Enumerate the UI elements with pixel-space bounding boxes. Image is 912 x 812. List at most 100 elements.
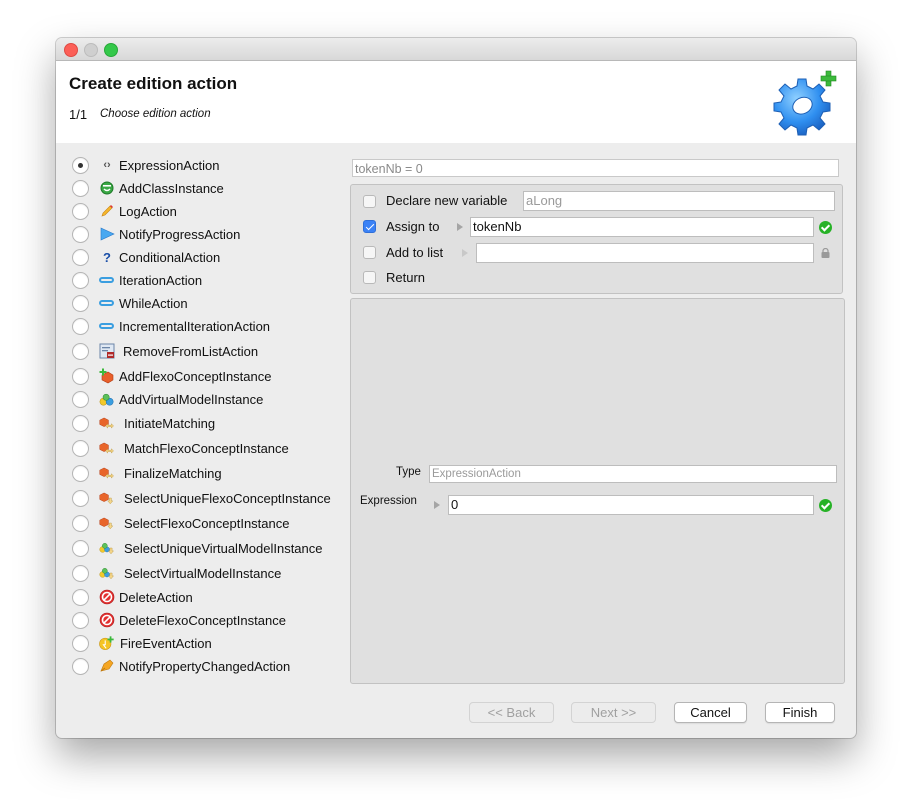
radio-button[interactable] [72,439,89,457]
action-option-label: IterationAction [119,272,203,288]
action-option-incremental-iteration-action[interactable]: IncrementalIterationAction [56,315,348,337]
radio-button[interactable] [72,367,89,385]
play-arrow-icon [99,226,115,242]
add-to-list-input[interactable] [476,243,814,263]
loop-icon [99,272,115,288]
action-option-delete-flexo-concept-instance[interactable]: DeleteFlexoConceptInstance [56,609,348,631]
radio-button[interactable] [72,611,89,629]
close-window-button[interactable] [64,43,78,57]
expand-arrow-icon[interactable] [434,501,440,509]
expand-arrow-icon[interactable] [457,223,463,231]
radio-button[interactable] [72,539,89,557]
action-option-notify-progress-action[interactable]: NotifyProgressAction [56,223,348,245]
action-option-label: MatchFlexoConceptInstance [124,440,289,456]
expression-icon: ‹› [103,159,111,171]
step-description: Choose edition action [100,108,211,120]
radio-button[interactable] [72,202,89,220]
action-properties-panel: Type ExpressionAction Expression 0 [350,298,845,684]
create-edition-action-dialog: Create edition action 1/1 Choose edition… [56,38,856,738]
next-button[interactable]: Next >> [571,702,656,723]
action-option-label: ExpressionAction [119,157,220,173]
back-button[interactable]: << Back [469,702,554,723]
radio-button[interactable] [72,156,89,174]
action-option-log-action[interactable]: LogAction [56,200,348,222]
action-option-finalize-matching[interactable]: FinalizeMatching [56,462,348,484]
action-option-expression-action[interactable]: ‹› ExpressionAction [56,154,348,176]
assignment-panel: Declare new variable aLong Assign to tok… [350,184,843,294]
add-flexo-concept-icon [99,368,115,384]
declare-new-variable-checkbox[interactable] [363,195,376,208]
select-virtual-model-icon [99,565,115,581]
radio-button[interactable] [72,464,89,482]
radio-button[interactable] [72,588,89,606]
action-option-label: SelectUniqueVirtualModelInstance [124,540,323,556]
action-option-while-action[interactable]: WhileAction [56,292,348,314]
radio-button[interactable] [72,225,89,243]
maximize-window-button[interactable] [104,43,118,57]
delete-icon [99,589,115,605]
variable-name-input[interactable]: aLong [523,191,835,211]
radio-button[interactable] [72,390,89,408]
delete-icon [99,612,115,628]
action-option-match-flexo-concept-instance[interactable]: MatchFlexoConceptInstance [56,437,348,459]
radio-button[interactable] [72,294,89,312]
radio-button[interactable] [72,564,89,582]
expand-arrow-icon[interactable] [462,249,468,257]
action-option-fire-event-action[interactable]: FireEventAction [56,632,348,654]
minimize-window-button[interactable] [84,43,98,57]
action-option-label: SelectVirtualModelInstance [124,565,282,581]
action-option-label: SelectUniqueFlexoConceptInstance [124,490,331,506]
radio-button[interactable] [72,179,89,197]
expression-input[interactable]: 0 [448,495,814,515]
return-checkbox[interactable] [363,271,376,284]
radio-button[interactable] [72,248,89,266]
matching-icon [99,465,115,481]
radio-button[interactable] [72,271,89,289]
select-flexo-concept-icon [99,490,115,506]
action-option-label: WhileAction [119,295,188,311]
declare-new-variable-label: Declare new variable [386,193,508,208]
action-option-remove-from-list-action[interactable]: RemoveFromListAction [56,340,348,362]
add-class-instance-icon [99,180,115,196]
action-option-select-virtual-model-instance[interactable]: SelectVirtualModelInstance [56,562,348,584]
action-option-select-unique-virtual-model-instance[interactable]: SelectUniqueVirtualModelInstance [56,537,348,559]
assign-to-checkbox[interactable] [363,220,376,233]
action-option-label: IncrementalIterationAction [119,318,271,334]
step-counter: 1/1 [69,107,88,122]
action-option-label: InitiateMatching [124,415,216,431]
title-bar [56,38,856,61]
loop-icon [99,295,115,311]
remove-from-list-icon [99,343,115,359]
action-option-notify-property-changed-action[interactable]: NotifyPropertyChangedAction [56,655,348,677]
radio-button[interactable] [72,342,89,360]
radio-button[interactable] [72,634,89,652]
radio-button[interactable] [72,657,89,675]
action-option-label: NotifyProgressAction [119,226,241,242]
type-field: ExpressionAction [429,465,837,483]
add-to-list-checkbox[interactable] [363,246,376,259]
action-option-add-virtual-model-instance[interactable]: AddVirtualModelInstance [56,388,348,410]
radio-button[interactable] [72,514,89,532]
question-mark-icon: ? [103,249,111,265]
add-virtual-model-icon [99,391,115,407]
assign-to-label: Assign to [386,219,440,234]
action-option-conditional-action[interactable]: ? ConditionalAction [56,246,348,268]
cancel-button[interactable]: Cancel [674,702,747,723]
action-option-add-class-instance[interactable]: AddClassInstance [56,177,348,199]
action-summary-field: tokenNb = 0 [352,159,839,177]
action-option-select-unique-flexo-concept-instance[interactable]: SelectUniqueFlexoConceptInstance [56,487,348,509]
action-option-initiate-matching[interactable]: InitiateMatching [56,412,348,434]
action-option-label: NotifyPropertyChangedAction [119,658,291,674]
action-option-add-flexo-concept-instance[interactable]: AddFlexoConceptInstance [56,365,348,387]
matching-icon [99,440,115,456]
finish-button[interactable]: Finish [765,702,835,723]
radio-button[interactable] [72,414,89,432]
radio-button[interactable] [72,317,89,335]
action-option-delete-action[interactable]: DeleteAction [56,586,348,608]
lock-icon [821,248,830,258]
matching-icon [99,415,115,431]
radio-button[interactable] [72,489,89,507]
action-option-iteration-action[interactable]: IterationAction [56,269,348,291]
assign-to-input[interactable]: tokenNb [470,217,814,237]
action-option-select-flexo-concept-instance[interactable]: SelectFlexoConceptInstance [56,512,348,534]
